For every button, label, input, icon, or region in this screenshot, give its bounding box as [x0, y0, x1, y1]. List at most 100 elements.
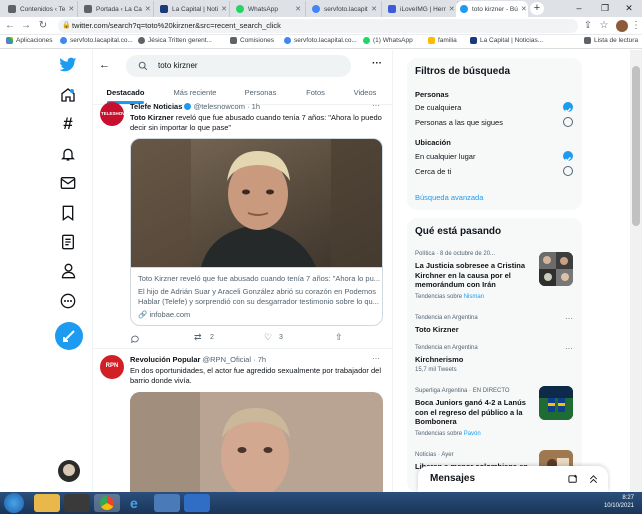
mail-icon[interactable] [57, 172, 79, 194]
url-bar[interactable]: 🔒 twitter.com/search?q=toto%20kirzner&sr… [58, 19, 578, 33]
system-clock[interactable]: 8:27 10/10/2021 [586, 494, 634, 510]
tab-personas[interactable]: Personas [238, 82, 283, 104]
share-icon[interactable]: ⇧ [335, 332, 343, 343]
radio-following[interactable] [563, 117, 573, 127]
new-message-icon[interactable] [568, 474, 579, 485]
filter-option-anywhere[interactable]: En cualquier lugar [415, 152, 475, 161]
account-avatar[interactable] [58, 460, 80, 482]
like-icon[interactable]: ♡ [264, 332, 272, 343]
tweet-handle[interactable]: @telesnowcom [194, 102, 245, 111]
browser-tab[interactable]: La Capital | Noti ✕ [156, 1, 230, 17]
new-tab-button[interactable]: + [530, 2, 544, 15]
trend-title[interactable]: Toto Kirzner [415, 325, 459, 335]
tweet-time[interactable]: 1h [252, 102, 260, 111]
bell-icon[interactable] [57, 143, 79, 165]
file-explorer-icon[interactable] [34, 494, 60, 512]
home-icon[interactable] [57, 84, 79, 106]
retweet-icon[interactable]: ⇄ [194, 332, 202, 343]
tweet-more-icon[interactable]: ··· [372, 101, 380, 110]
profile-avatar[interactable] [616, 20, 628, 32]
back-icon[interactable]: ← [4, 20, 16, 32]
trend-more-icon[interactable]: ··· [565, 314, 573, 323]
lists-icon[interactable] [57, 231, 79, 253]
reply-icon[interactable] [130, 334, 140, 344]
browser-tab[interactable]: servfoto.lacapit ✕ [308, 1, 382, 17]
tweet-time[interactable]: 7h [258, 355, 266, 364]
close-icon[interactable]: ✕ [292, 5, 301, 13]
trend-thumbnail[interactable] [539, 252, 573, 286]
close-icon[interactable]: ✕ [65, 5, 74, 13]
minimize-button[interactable]: – [566, 0, 592, 17]
chrome-taskbar-icon[interactable] [94, 494, 120, 512]
compose-tweet-button[interactable] [55, 322, 83, 350]
star-icon[interactable]: ☆ [598, 20, 610, 32]
bookmark-item[interactable]: La Capital | Noticias... [470, 37, 543, 44]
twitter-logo-icon[interactable] [57, 54, 79, 76]
radio-near-you[interactable] [563, 166, 573, 176]
scrollbar[interactable] [630, 50, 642, 492]
start-button[interactable] [4, 493, 24, 513]
forward-icon[interactable]: → [20, 20, 32, 32]
browser-tab[interactable]: Portada ‹ La Ca ✕ [80, 1, 154, 17]
messages-drawer[interactable]: Mensajes [418, 466, 608, 492]
maximize-button[interactable]: ❐ [592, 0, 618, 17]
filter-option-following[interactable]: Personas a las que sigues [415, 118, 503, 127]
expand-up-icon[interactable] [588, 474, 599, 485]
tweet-author[interactable]: Revolución Popular [130, 355, 200, 364]
bookmark-item[interactable]: servfoto.lacapital.co... [284, 37, 357, 44]
window-close-button[interactable]: ✕ [616, 0, 642, 17]
search-input[interactable]: toto kirzner [126, 55, 351, 77]
trend-more-icon[interactable]: ··· [565, 344, 573, 353]
trend-title[interactable]: Boca Juniors ganó 4-2 a Lanús con el reg… [415, 398, 533, 427]
word-icon[interactable] [184, 494, 210, 512]
radio-anyone-checked[interactable] [563, 102, 573, 113]
close-icon[interactable]: ✕ [218, 5, 227, 13]
app-icon[interactable] [154, 494, 180, 512]
trend-link[interactable]: Nisman [464, 294, 484, 300]
tweet-handle[interactable]: @RPN_Oficial [203, 355, 251, 364]
tweet-avatar[interactable]: TELESHOW [100, 102, 124, 126]
close-icon[interactable]: ✕ [368, 5, 377, 13]
close-icon[interactable]: ✕ [518, 5, 527, 13]
bookmark-item[interactable]: Comisiones [230, 37, 274, 44]
tweet-author[interactable]: Telefe Noticias [130, 102, 182, 111]
tab-mas-reciente[interactable]: Más reciente [165, 82, 225, 104]
close-icon[interactable]: ✕ [142, 5, 151, 13]
more-icon[interactable] [57, 290, 79, 312]
bookmark-item[interactable]: (1) WhatsApp [363, 37, 413, 44]
filter-option-near-you[interactable]: Cerca de ti [415, 167, 451, 176]
browser-tab[interactable]: WhatsApp ✕ [232, 1, 306, 17]
tweet-more-icon[interactable]: ··· [372, 354, 380, 363]
profile-icon[interactable] [57, 260, 79, 282]
radio-anywhere-checked[interactable] [563, 151, 573, 162]
bookmark-apps[interactable]: Aplicaciones [6, 37, 53, 44]
share-icon[interactable]: ⇪ [582, 20, 594, 32]
filter-option-anyone[interactable]: De cualquiera [415, 103, 461, 112]
bookmark-icon[interactable] [57, 202, 79, 224]
ie-icon[interactable]: e [124, 494, 150, 512]
trend-link[interactable]: Pavón [464, 431, 481, 437]
reading-list[interactable]: Lista de lectura [584, 37, 638, 44]
media-player-icon[interactable] [64, 494, 90, 512]
scrollbar-thumb[interactable] [632, 66, 640, 226]
tweet-avatar[interactable]: RPN [100, 355, 124, 379]
tab-fotos[interactable]: Fotos [298, 82, 333, 104]
trend-thumbnail[interactable] [539, 386, 573, 420]
bookmark-item[interactable]: Jésica Tritten gerent... [138, 37, 212, 44]
advanced-search-link[interactable]: Búsqueda avanzada [415, 193, 483, 202]
tweet-media[interactable] [130, 392, 383, 492]
reload-icon[interactable]: ↻ [37, 20, 49, 32]
link-card[interactable]: Toto Kirzner reveló que fue abusado cuan… [130, 138, 383, 326]
browser-tab[interactable]: Contenidos ‹ Te ✕ [4, 1, 78, 17]
browser-tab[interactable]: iLoveIMG | Herr ✕ [384, 1, 458, 17]
browser-tab-active[interactable]: toto kirzner - Bú ✕ [456, 1, 528, 17]
explore-icon[interactable]: # [57, 113, 79, 135]
more-options-icon[interactable]: ··· [372, 58, 382, 69]
bookmark-item[interactable]: servfoto.lacapital.co... [60, 37, 133, 44]
menu-icon[interactable]: ⋮ [630, 20, 642, 32]
trend-title[interactable]: La Justicia sobresee a Cristina Kirchner… [415, 261, 533, 290]
back-arrow-icon[interactable]: ← [99, 59, 110, 71]
trend-title[interactable]: Kirchnerismo [415, 355, 463, 365]
bookmark-item[interactable]: familia [428, 37, 457, 44]
close-icon[interactable]: ✕ [446, 5, 455, 13]
